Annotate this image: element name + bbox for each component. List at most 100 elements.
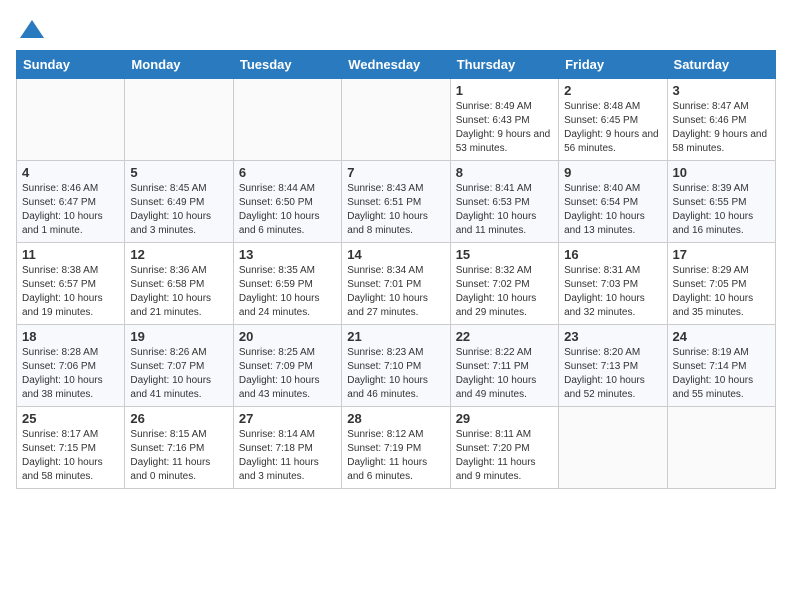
day-info: Sunrise: 8:45 AM Sunset: 6:49 PM Dayligh… [130, 182, 227, 238]
day-cell: 4 Sunrise: 8:46 AM Sunset: 6:47 PM Daylig… [17, 161, 125, 243]
day-number: 29 [456, 411, 553, 426]
day-number: 8 [456, 165, 553, 180]
day-info: Sunrise: 8:46 AM Sunset: 6:47 PM Dayligh… [22, 182, 119, 238]
day-info: Sunrise: 8:19 AM Sunset: 7:14 PM Dayligh… [673, 346, 770, 402]
weekday-header-wednesday: Wednesday [342, 51, 450, 79]
day-info: Sunrise: 8:25 AM Sunset: 7:09 PM Dayligh… [239, 346, 336, 402]
day-cell: 24 Sunrise: 8:19 AM Sunset: 7:14 PM Dayli… [667, 325, 775, 407]
logo-icon [18, 16, 46, 44]
day-number: 11 [22, 247, 119, 262]
day-cell: 11 Sunrise: 8:38 AM Sunset: 6:57 PM Dayli… [17, 243, 125, 325]
day-number: 14 [347, 247, 444, 262]
day-number: 27 [239, 411, 336, 426]
day-cell: 7Sunrise: 8:43 AM Sunset: 6:51 PM Daylig… [342, 161, 450, 243]
day-info: Sunrise: 8:36 AM Sunset: 6:58 PM Dayligh… [130, 264, 227, 320]
day-cell [233, 79, 341, 161]
day-info: Sunrise: 8:38 AM Sunset: 6:57 PM Dayligh… [22, 264, 119, 320]
day-info: Sunrise: 8:41 AM Sunset: 6:53 PM Dayligh… [456, 182, 553, 238]
day-info: Sunrise: 8:14 AM Sunset: 7:18 PM Dayligh… [239, 428, 336, 484]
day-number: 3 [673, 83, 770, 98]
day-info: Sunrise: 8:29 AM Sunset: 7:05 PM Dayligh… [673, 264, 770, 320]
week-row-3: 11 Sunrise: 8:38 AM Sunset: 6:57 PM Dayli… [17, 243, 776, 325]
day-cell: 21Sunrise: 8:23 AM Sunset: 7:10 PM Dayli… [342, 325, 450, 407]
day-cell: 8 Sunrise: 8:41 AM Sunset: 6:53 PM Daylig… [450, 161, 558, 243]
day-number: 24 [673, 329, 770, 344]
day-cell: 9 Sunrise: 8:40 AM Sunset: 6:54 PM Daylig… [559, 161, 667, 243]
day-cell: 28 Sunrise: 8:12 AM Sunset: 7:19 PM Dayli… [342, 407, 450, 489]
weekday-header-saturday: Saturday [667, 51, 775, 79]
day-cell: 5 Sunrise: 8:45 AM Sunset: 6:49 PM Daylig… [125, 161, 233, 243]
day-info: Sunrise: 8:15 AM Sunset: 7:16 PM Dayligh… [130, 428, 227, 484]
day-number: 2 [564, 83, 661, 98]
day-cell: 18 Sunrise: 8:28 AM Sunset: 7:06 PM Dayli… [17, 325, 125, 407]
day-cell: 15 Sunrise: 8:32 AM Sunset: 7:02 PM Dayli… [450, 243, 558, 325]
day-cell: 10 Sunrise: 8:39 AM Sunset: 6:55 PM Dayli… [667, 161, 775, 243]
day-number: 28 [347, 411, 444, 426]
day-info: Sunrise: 8:26 AM Sunset: 7:07 PM Dayligh… [130, 346, 227, 402]
day-info: Sunrise: 8:48 AM Sunset: 6:45 PM Dayligh… [564, 100, 661, 156]
week-row-4: 18 Sunrise: 8:28 AM Sunset: 7:06 PM Dayli… [17, 325, 776, 407]
weekday-header-sunday: Sunday [17, 51, 125, 79]
day-cell: 17Sunrise: 8:29 AM Sunset: 7:05 PM Dayli… [667, 243, 775, 325]
day-number: 20 [239, 329, 336, 344]
day-number: 23 [564, 329, 661, 344]
week-row-1: 1 Sunrise: 8:49 AM Sunset: 6:43 PM Daylig… [17, 79, 776, 161]
day-number: 9 [564, 165, 661, 180]
day-info: Sunrise: 8:39 AM Sunset: 6:55 PM Dayligh… [673, 182, 770, 238]
weekday-header-friday: Friday [559, 51, 667, 79]
day-cell: 12 Sunrise: 8:36 AM Sunset: 6:58 PM Dayli… [125, 243, 233, 325]
day-cell [559, 407, 667, 489]
day-cell [17, 79, 125, 161]
day-info: Sunrise: 8:20 AM Sunset: 7:13 PM Dayligh… [564, 346, 661, 402]
day-cell: 26 Sunrise: 8:15 AM Sunset: 7:16 PM Dayli… [125, 407, 233, 489]
day-number: 21 [347, 329, 444, 344]
day-info: Sunrise: 8:47 AM Sunset: 6:46 PM Dayligh… [673, 100, 770, 156]
day-cell: 19 Sunrise: 8:26 AM Sunset: 7:07 PM Dayli… [125, 325, 233, 407]
day-number: 16 [564, 247, 661, 262]
day-number: 18 [22, 329, 119, 344]
day-number: 26 [130, 411, 227, 426]
day-number: 5 [130, 165, 227, 180]
day-info: Sunrise: 8:31 AM Sunset: 7:03 PM Dayligh… [564, 264, 661, 320]
day-cell: 29 Sunrise: 8:11 AM Sunset: 7:20 PM Dayli… [450, 407, 558, 489]
logo [16, 16, 46, 40]
day-cell [125, 79, 233, 161]
day-number: 10 [673, 165, 770, 180]
day-number: 15 [456, 247, 553, 262]
day-cell: 22Sunrise: 8:22 AM Sunset: 7:11 PM Dayli… [450, 325, 558, 407]
day-info: Sunrise: 8:11 AM Sunset: 7:20 PM Dayligh… [456, 428, 553, 484]
day-info: Sunrise: 8:44 AM Sunset: 6:50 PM Dayligh… [239, 182, 336, 238]
header [16, 16, 776, 40]
day-cell: 27 Sunrise: 8:14 AM Sunset: 7:18 PM Dayli… [233, 407, 341, 489]
day-cell: 16 Sunrise: 8:31 AM Sunset: 7:03 PM Dayli… [559, 243, 667, 325]
day-number: 22 [456, 329, 553, 344]
day-number: 6 [239, 165, 336, 180]
day-cell: 3 Sunrise: 8:47 AM Sunset: 6:46 PM Daylig… [667, 79, 775, 161]
day-cell [667, 407, 775, 489]
day-info: Sunrise: 8:28 AM Sunset: 7:06 PM Dayligh… [22, 346, 119, 402]
week-row-2: 4 Sunrise: 8:46 AM Sunset: 6:47 PM Daylig… [17, 161, 776, 243]
day-cell: 20 Sunrise: 8:25 AM Sunset: 7:09 PM Dayli… [233, 325, 341, 407]
weekday-header-monday: Monday [125, 51, 233, 79]
day-info: Sunrise: 8:34 AM Sunset: 7:01 PM Dayligh… [347, 264, 444, 320]
day-number: 25 [22, 411, 119, 426]
day-number: 19 [130, 329, 227, 344]
page: SundayMondayTuesdayWednesdayThursdayFrid… [0, 0, 792, 497]
day-info: Sunrise: 8:40 AM Sunset: 6:54 PM Dayligh… [564, 182, 661, 238]
week-row-5: 25 Sunrise: 8:17 AM Sunset: 7:15 PM Dayli… [17, 407, 776, 489]
day-cell: 2 Sunrise: 8:48 AM Sunset: 6:45 PM Daylig… [559, 79, 667, 161]
day-info: Sunrise: 8:35 AM Sunset: 6:59 PM Dayligh… [239, 264, 336, 320]
weekday-header-thursday: Thursday [450, 51, 558, 79]
day-info: Sunrise: 8:49 AM Sunset: 6:43 PM Dayligh… [456, 100, 553, 156]
day-number: 12 [130, 247, 227, 262]
day-info: Sunrise: 8:17 AM Sunset: 7:15 PM Dayligh… [22, 428, 119, 484]
day-info: Sunrise: 8:12 AM Sunset: 7:19 PM Dayligh… [347, 428, 444, 484]
day-cell: 13 Sunrise: 8:35 AM Sunset: 6:59 PM Dayli… [233, 243, 341, 325]
day-cell: 1 Sunrise: 8:49 AM Sunset: 6:43 PM Daylig… [450, 79, 558, 161]
day-number: 1 [456, 83, 553, 98]
day-number: 13 [239, 247, 336, 262]
day-cell: 14 Sunrise: 8:34 AM Sunset: 7:01 PM Dayli… [342, 243, 450, 325]
day-number: 4 [22, 165, 119, 180]
day-info: Sunrise: 8:32 AM Sunset: 7:02 PM Dayligh… [456, 264, 553, 320]
weekday-header-tuesday: Tuesday [233, 51, 341, 79]
